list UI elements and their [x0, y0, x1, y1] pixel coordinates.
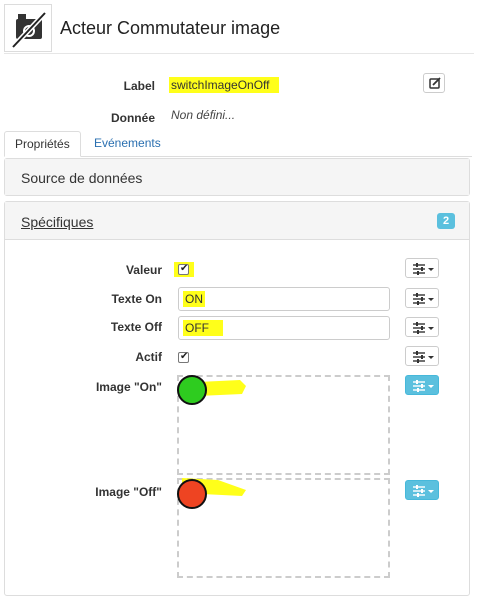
sliders-icon [413, 351, 434, 363]
label-value[interactable]: switchImageOnOff [169, 77, 279, 93]
texte-on-input[interactable]: ON [178, 287, 390, 311]
page-title: Acteur Commutateur image [60, 18, 281, 38]
texte-off-value: OFF [183, 320, 223, 336]
widget-icon-box [4, 4, 52, 52]
actif-label: Actif [135, 350, 162, 364]
texte-off-input[interactable]: OFF [178, 316, 390, 340]
sliders-icon [413, 322, 434, 334]
sliders-icon [413, 293, 434, 305]
panel-source-header[interactable]: Source de données [5, 159, 469, 195]
actif-checkbox[interactable]: ✔ [178, 351, 189, 363]
checkmark-icon: ✔ [180, 351, 189, 362]
label-caption: Label [123, 79, 155, 93]
image-off-options-button[interactable] [405, 480, 439, 500]
image-on-options-button[interactable] [405, 375, 439, 395]
valeur-checkbox[interactable]: ✔ [178, 263, 189, 275]
texte-off-label: Texte Off [110, 320, 162, 334]
texte-on-options-button[interactable] [405, 288, 439, 308]
texte-off-options-button[interactable] [405, 317, 439, 337]
count-badge: 2 [437, 213, 455, 229]
image-on-preview[interactable] [177, 375, 207, 405]
header: Acteur Commutateur image [4, 4, 474, 54]
checkmark-icon: ✔ [180, 263, 189, 274]
panel-source-de-donnees[interactable]: Source de données [4, 158, 470, 196]
edit-icon [429, 77, 441, 89]
tab-proprietes[interactable]: Propriétés [4, 131, 81, 157]
image-off-label: Image "Off" [95, 485, 162, 499]
texte-on-label: Texte On [111, 292, 162, 306]
donnee-value[interactable]: Non défini... [171, 108, 235, 122]
donnee-caption: Donnée [110, 111, 155, 125]
panel-specifiques-header[interactable]: Spécifiques 2 [5, 202, 469, 240]
image-off-preview[interactable] [177, 479, 207, 509]
valeur-label: Valeur [125, 263, 162, 277]
sliders-icon [413, 263, 434, 275]
switch-image-off-icon [11, 11, 47, 49]
sliders-icon [413, 485, 434, 497]
panel-specifiques-title[interactable]: Spécifiques [21, 214, 93, 230]
panel-source-title[interactable]: Source de données [21, 170, 142, 186]
actif-options-button[interactable] [405, 346, 439, 366]
tab-evenements[interactable]: Evénements [84, 131, 171, 157]
sliders-icon [413, 380, 434, 392]
edit-label-button[interactable] [423, 73, 445, 93]
valeur-options-button[interactable] [405, 258, 439, 278]
texte-on-value: ON [183, 291, 205, 307]
image-on-label: Image "On" [95, 380, 162, 394]
